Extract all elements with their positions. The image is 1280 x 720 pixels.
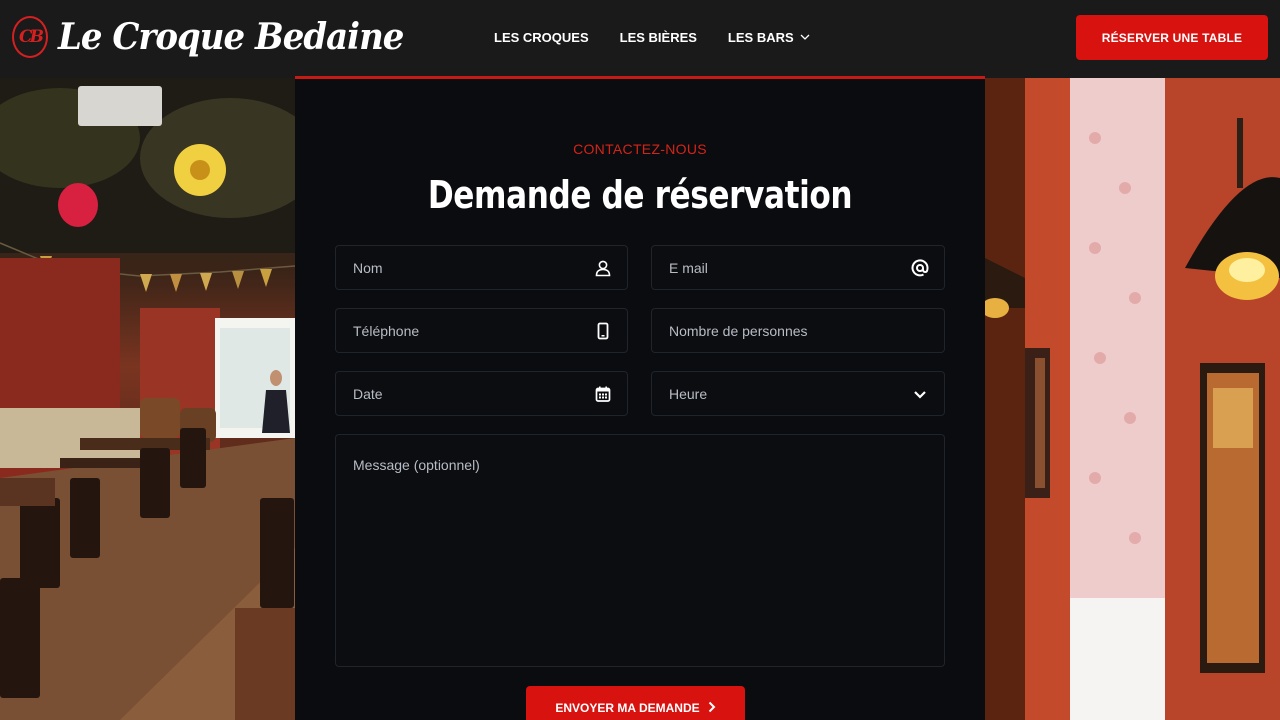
main-nav: LES CROQUES LES BIÈRES LES BARS	[494, 0, 841, 74]
page-title: Demande de réservation	[427, 173, 853, 217]
reserve-table-button[interactable]: RÉSERVER UNE TABLE	[1076, 15, 1268, 60]
reservation-panel: CONTACTEZ-NOUS Demande de réservation No…	[295, 76, 985, 720]
nav-item-label: LES BARS	[727, 29, 794, 45]
date-field[interactable]: Date	[335, 371, 628, 416]
nav-item-label: LES BIÈRES	[619, 29, 697, 45]
restaurant-photo-right	[985, 78, 1280, 720]
at-icon	[911, 259, 929, 277]
phone-icon	[594, 322, 612, 340]
guests-field[interactable]: Nombre de personnes	[651, 308, 945, 353]
nav-item-bars[interactable]: LES BARS	[728, 30, 810, 45]
name-field[interactable]: Nom	[335, 245, 628, 290]
chevron-down-icon	[911, 385, 929, 403]
message-placeholder: Message (optionnel)	[353, 457, 480, 473]
site-header: CB Le Croque Bedaine LES CROQUES LES BIÈ…	[0, 0, 1280, 78]
name-placeholder: Nom	[353, 259, 383, 276]
calendar-icon	[594, 385, 612, 403]
section-eyebrow: CONTACTEZ-NOUS	[573, 141, 707, 157]
time-placeholder: Heure	[669, 385, 708, 402]
date-placeholder: Date	[353, 385, 383, 402]
nav-item-bieres[interactable]: LES BIÈRES	[620, 30, 697, 45]
logo-wordmark: Le Croque Bedaine	[58, 15, 404, 59]
chevron-down-icon	[800, 30, 810, 45]
logo-mark: CB	[12, 16, 48, 58]
time-select[interactable]: Heure	[651, 371, 945, 416]
site-logo[interactable]: CB Le Croque Bedaine	[12, 14, 404, 60]
submit-request-button[interactable]: ENVOYER MA DEMANDE	[526, 686, 745, 720]
phone-field[interactable]: Téléphone	[335, 308, 628, 353]
restaurant-photo-left	[0, 78, 295, 720]
chevron-right-icon	[708, 701, 716, 716]
nav-item-label: LES CROQUES	[494, 29, 589, 45]
submit-label: ENVOYER MA DEMANDE	[555, 701, 700, 715]
email-placeholder: E mail	[669, 259, 708, 276]
phone-placeholder: Téléphone	[353, 322, 420, 339]
message-textarea[interactable]: Message (optionnel)	[335, 434, 945, 667]
user-icon	[594, 259, 612, 277]
nav-item-croques[interactable]: LES CROQUES	[494, 30, 589, 45]
guests-placeholder: Nombre de personnes	[669, 322, 808, 339]
email-field[interactable]: E mail	[651, 245, 945, 290]
